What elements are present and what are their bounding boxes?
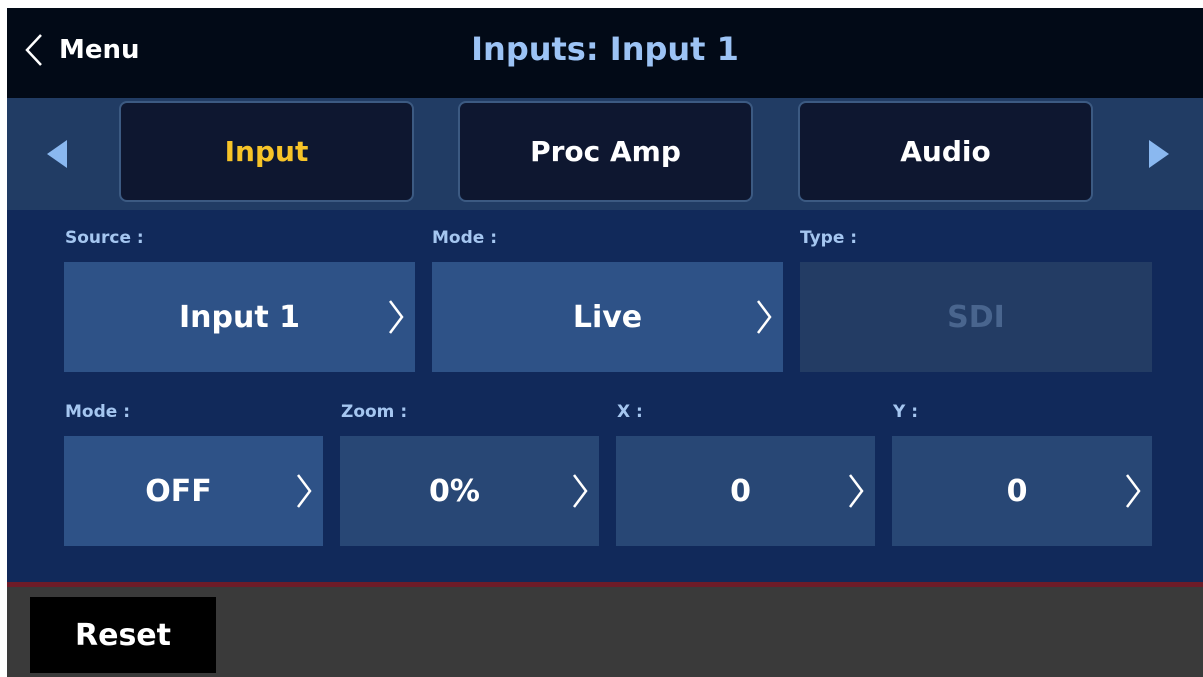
x-position-selector[interactable]: 0 <box>616 436 875 546</box>
chevron-right-icon <box>757 300 772 334</box>
chevron-right-icon <box>1126 474 1141 508</box>
zoom-selector[interactable]: 0% <box>340 436 599 546</box>
reset-button[interactable]: Reset <box>30 597 216 673</box>
zoom-mode-value: OFF <box>145 473 212 509</box>
tab-label: Proc Amp <box>530 135 681 168</box>
screen: Menu Inputs: Input 1 Input Proc Amp Audi… <box>7 8 1203 677</box>
chevron-right-icon <box>849 474 864 508</box>
tab-proc-amp[interactable]: Proc Amp <box>458 101 753 202</box>
chevron-right-icon <box>573 474 588 508</box>
tab-bar: Input Proc Amp Audio <box>7 98 1203 210</box>
tab-scroll-right-button[interactable] <box>1147 138 1171 170</box>
source-selector[interactable]: Input 1 <box>64 262 415 372</box>
y-label: Y : <box>893 402 919 422</box>
type-field: SDI <box>800 262 1152 372</box>
input-mode-value: Live <box>572 299 643 335</box>
input-mode-selector[interactable]: Live <box>432 262 783 372</box>
type-label: Type : <box>800 228 858 248</box>
x-label: X : <box>617 402 643 422</box>
type-value: SDI <box>947 299 1005 335</box>
header: Menu Inputs: Input 1 <box>7 8 1203 98</box>
chevron-right-icon <box>297 474 312 508</box>
tab-scroll-left-button[interactable] <box>45 138 69 170</box>
arrow-left-icon <box>47 140 67 168</box>
zoom-label: Zoom : <box>341 402 408 422</box>
footer-bar: Reset <box>7 587 1203 677</box>
tab-input[interactable]: Input <box>119 101 414 202</box>
zoom-mode-label: Mode : <box>65 402 131 422</box>
source-label: Source : <box>65 228 144 248</box>
zoom-value: 0% <box>429 473 480 509</box>
tab-audio[interactable]: Audio <box>798 101 1093 202</box>
chevron-right-icon <box>389 300 404 334</box>
y-position-selector[interactable]: 0 <box>892 436 1152 546</box>
page-title: Inputs: Input 1 <box>471 30 739 68</box>
tab-label: Audio <box>900 135 991 168</box>
settings-panel: Source : Mode : Type : Input 1 Live SDI … <box>7 210 1203 586</box>
x-value: 0 <box>730 473 751 509</box>
tab-label: Input <box>224 135 309 168</box>
reset-label: Reset <box>75 617 171 653</box>
zoom-mode-selector[interactable]: OFF <box>64 436 323 546</box>
arrow-right-icon <box>1149 140 1169 168</box>
y-value: 0 <box>1006 473 1028 509</box>
source-value: Input 1 <box>178 299 300 335</box>
input-mode-label: Mode : <box>432 228 498 248</box>
